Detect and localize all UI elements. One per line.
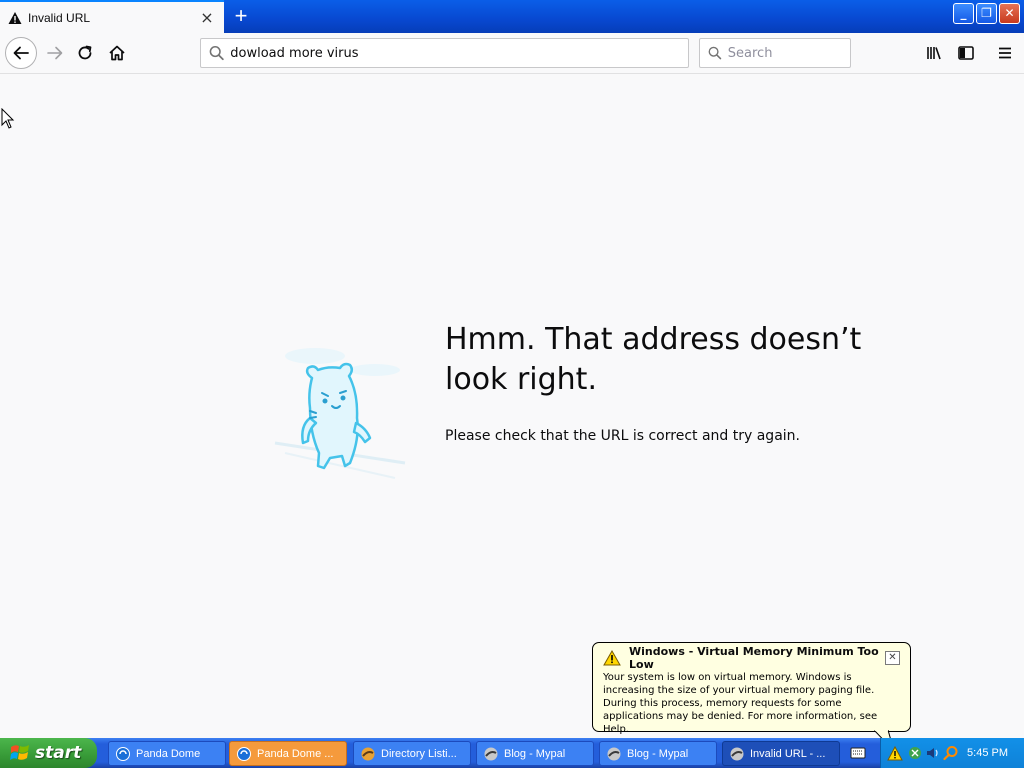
balloon-message: Your system is low on virtual memory. Wi… <box>603 672 878 735</box>
library-button[interactable] <box>919 38 949 68</box>
warning-icon[interactable] <box>887 745 903 761</box>
tab-close-icon[interactable]: × <box>198 8 216 27</box>
taskbar-item[interactable]: Panda Dome <box>108 741 226 766</box>
clock[interactable]: 5:45 PM <box>967 747 1008 759</box>
search-bar[interactable] <box>699 38 851 68</box>
tab-invalid-url[interactable]: Invalid URL × <box>0 0 224 33</box>
menu-button[interactable] <box>990 38 1020 68</box>
close-window-button[interactable]: ✕ <box>999 3 1020 24</box>
start-label: start <box>35 743 82 763</box>
notification-balloon[interactable]: Windows - Virtual Memory Minimum Too Low… <box>592 642 911 735</box>
search-icon <box>708 46 722 60</box>
taskbar-item[interactable]: Blog - Mypal <box>599 741 717 766</box>
panda-dome-icon <box>116 746 130 761</box>
mypal-icon <box>730 747 744 760</box>
search-icon[interactable] <box>943 745 959 761</box>
taskbar-item[interactable]: Invalid URL - ... <box>722 741 840 766</box>
balloon-header: Windows - Virtual Memory Minimum Too Low… <box>603 645 900 671</box>
taskbar: start Panda Dome Panda Dome ... Director… <box>0 738 1024 768</box>
keyboard-language-icon[interactable] <box>850 746 866 760</box>
forward-arrow-icon <box>47 46 63 60</box>
address-input[interactable] <box>230 45 688 61</box>
system-tray: 5:45 PM <box>880 738 1024 768</box>
library-icon <box>927 47 941 60</box>
taskbar-item-label: Directory Listi... <box>381 747 457 760</box>
taskbar-item-label: Blog - Mypal <box>627 747 689 760</box>
start-button[interactable]: start <box>0 738 97 768</box>
hamburger-menu-icon <box>999 47 1011 59</box>
search-icon <box>209 46 224 61</box>
tab-title: Invalid URL <box>28 10 91 25</box>
minimize-button[interactable]: _ <box>953 3 974 24</box>
mypal-icon <box>484 747 498 760</box>
taskbar-item[interactable]: Directory Listi... <box>353 741 471 766</box>
home-icon <box>109 45 125 61</box>
mouse-cursor-icon <box>1 108 15 129</box>
tab-strip: Invalid URL × + _ ❐ ✕ <box>0 0 1024 33</box>
taskbar-item[interactable]: Blog - Mypal <box>476 741 594 766</box>
warning-icon <box>8 11 22 24</box>
taskbar-item[interactable]: Panda Dome ... <box>229 741 347 766</box>
forward-button[interactable] <box>40 38 70 68</box>
reload-button[interactable] <box>70 38 100 68</box>
confused-mascot-illustration <box>274 348 406 479</box>
home-button[interactable] <box>102 38 132 68</box>
panda-dome-icon <box>237 746 251 761</box>
mypal-icon <box>607 747 621 760</box>
address-bar[interactable] <box>200 38 689 68</box>
error-description: Please check that the URL is correct and… <box>445 428 800 444</box>
volume-icon[interactable] <box>925 745 941 761</box>
maximize-button[interactable]: ❐ <box>976 3 997 24</box>
sidebar-icon <box>958 46 974 60</box>
back-button[interactable] <box>5 37 37 69</box>
taskbar-item-label: Panda Dome ... <box>257 747 334 760</box>
warning-icon <box>603 650 621 666</box>
balloon-close-button[interactable]: ✕ <box>885 651 900 665</box>
firefox-icon <box>361 747 375 760</box>
balloon-title: Windows - Virtual Memory Minimum Too Low <box>629 645 879 671</box>
taskbar-item-label: Panda Dome <box>136 747 201 760</box>
back-arrow-icon <box>13 46 29 60</box>
taskbar-item-label: Invalid URL - ... <box>750 747 826 760</box>
new-tab-button[interactable]: + <box>226 2 256 32</box>
network-icon[interactable] <box>907 745 923 761</box>
window-controls: _ ❐ ✕ <box>953 3 1020 24</box>
navigation-toolbar <box>0 33 1024 74</box>
taskbar-item-label: Blog - Mypal <box>504 747 566 760</box>
windows-logo-icon <box>10 745 29 760</box>
error-title: Hmm. That address doesn’t look right. <box>445 322 862 397</box>
sidebar-button[interactable] <box>951 38 981 68</box>
reload-icon <box>78 45 92 60</box>
search-input[interactable] <box>727 45 850 61</box>
